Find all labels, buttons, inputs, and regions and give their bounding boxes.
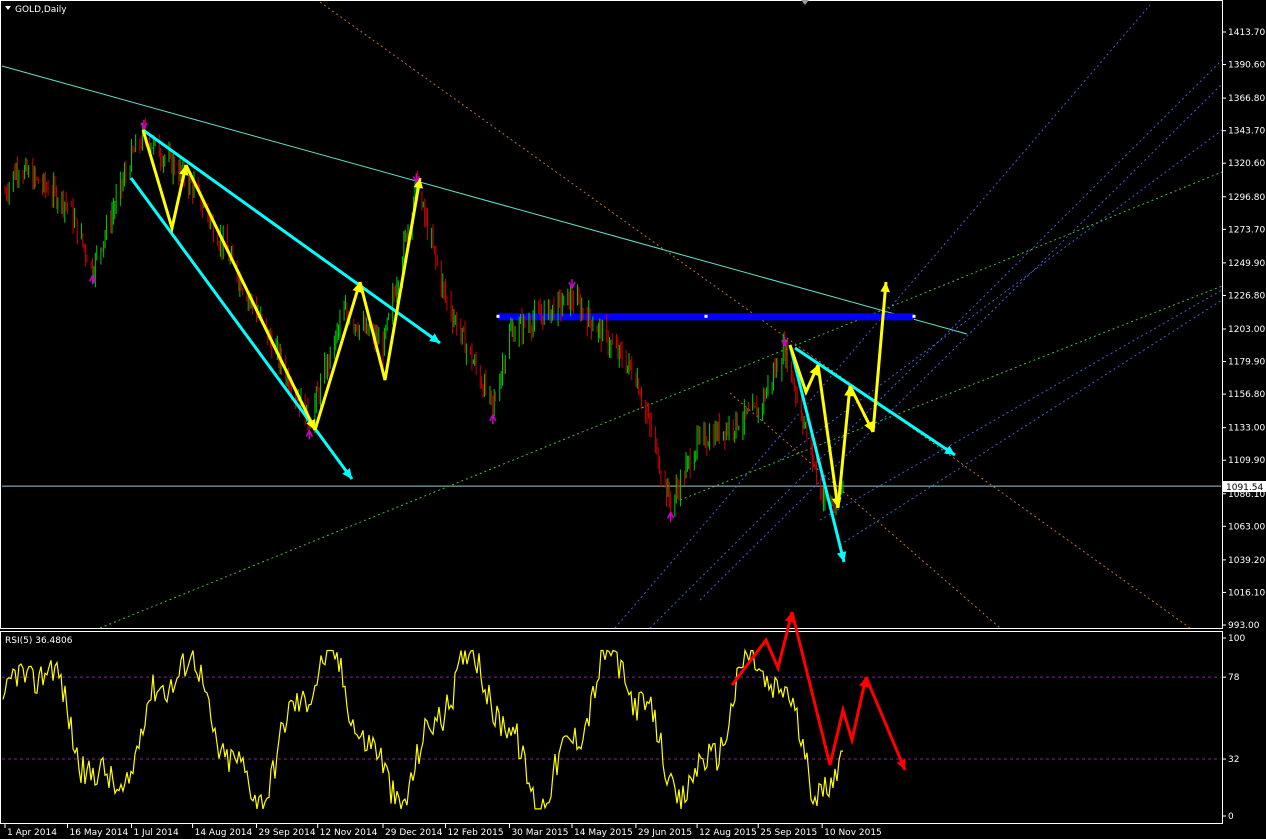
current-price-label: 1091.54 <box>1226 483 1263 493</box>
rsi-y-tick-label: 78 <box>1228 673 1240 683</box>
y-tick-label: 1133.00 <box>1228 424 1265 434</box>
y-tick-label: 1413.70 <box>1228 28 1265 38</box>
x-tick-label: 1 Apr 2014 <box>7 828 57 838</box>
y-tick-label: 1226.80 <box>1228 291 1265 301</box>
x-tick-label: 14 May 2015 <box>574 828 633 838</box>
rsi-y-tick-label: 32 <box>1228 755 1239 765</box>
rsi-label: RSI(5) 36.4806 <box>5 636 73 646</box>
resistance-handle[interactable] <box>912 314 916 318</box>
x-tick-label: 12 Nov 2014 <box>320 828 378 838</box>
y-tick-label: 1366.80 <box>1228 94 1265 104</box>
x-tick-label: 25 Sep 2015 <box>760 828 817 838</box>
resistance-handle[interactable] <box>704 314 708 318</box>
rsi-y-tick-label: 0 <box>1228 812 1234 822</box>
x-tick-label: 1 Jul 2014 <box>133 828 178 838</box>
x-tick-label: 16 May 2014 <box>70 828 129 838</box>
x-tick-label: 29 Dec 2014 <box>385 828 443 838</box>
x-axis-layer: 1 Apr 2014 16 May 2014 1 Jul 2014 14 Aug 20… <box>4 824 882 838</box>
y-tick-label: 1016.10 <box>1228 588 1265 598</box>
y-tick-label: 1179.90 <box>1228 358 1265 368</box>
y-tick-label: 1249.90 <box>1228 259 1265 269</box>
x-tick-label: 10 Nov 2015 <box>824 828 882 838</box>
y-tick-label: 1063.00 <box>1228 522 1265 532</box>
chart-title: GOLD,Daily <box>15 5 67 15</box>
y-tick-label: 1109.90 <box>1228 456 1265 466</box>
x-tick-label: 29 Jun 2015 <box>638 828 692 838</box>
y-axis-layer: 1413.70 1390.60 1366.80 1343.70 1320.60 1296.… <box>1222 28 1265 822</box>
y-tick-label: 993.00 <box>1228 621 1260 631</box>
y-tick-label: 1320.60 <box>1228 159 1265 169</box>
y-tick-label: 1156.80 <box>1228 390 1265 400</box>
x-tick-label: 30 Mar 2015 <box>511 828 568 838</box>
y-tick-label: 1296.80 <box>1228 193 1265 203</box>
resistance-handle[interactable] <box>496 314 500 318</box>
y-tick-label: 1390.60 <box>1228 61 1265 71</box>
chart-root: 1413.70 1390.60 1366.80 1343.70 1320.60 1296.… <box>0 0 1266 838</box>
rsi-y-tick-label: 100 <box>1228 634 1245 644</box>
y-tick-label: 1039.20 <box>1228 556 1265 566</box>
x-tick-label: 12 Aug 2015 <box>699 828 757 838</box>
y-tick-label: 1273.70 <box>1228 225 1265 235</box>
x-tick-label: 14 Aug 2014 <box>195 828 253 838</box>
x-tick-label: 12 Feb 2015 <box>448 828 504 838</box>
x-tick-label: 29 Sep 2014 <box>259 828 316 838</box>
y-tick-label: 1203.00 <box>1228 325 1265 335</box>
y-tick-label: 1343.70 <box>1228 127 1265 137</box>
